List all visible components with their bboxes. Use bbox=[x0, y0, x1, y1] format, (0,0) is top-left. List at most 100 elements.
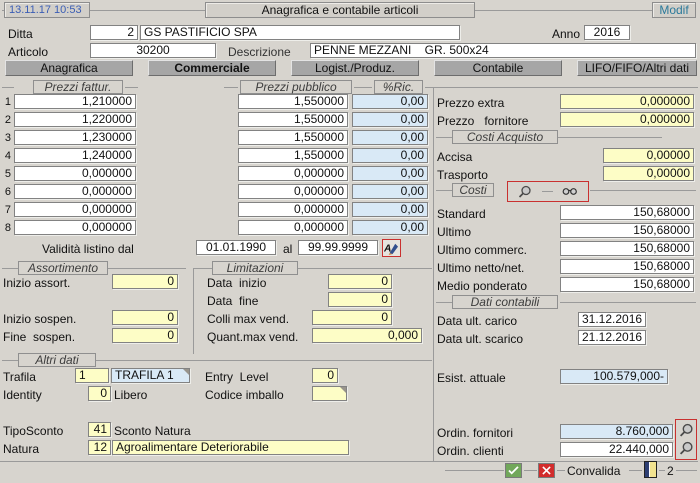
article-master-window: 13.11.17 10:53 Anagrafica e contabile ar… bbox=[0, 0, 700, 483]
data-inizio-field[interactable]: 0 bbox=[328, 274, 392, 289]
validita-dal-field[interactable]: 01.01.1990 bbox=[196, 240, 276, 255]
prezzo-pubblico-field[interactable]: 0,000000 bbox=[238, 184, 348, 199]
validity-edit-button[interactable]: A bbox=[382, 239, 401, 257]
natura-desc-field[interactable]: Agroalimentare Deteriorabile bbox=[112, 440, 349, 455]
identity-field[interactable]: 0 bbox=[88, 386, 111, 401]
modif-button[interactable]: Modif bbox=[652, 2, 696, 18]
divider-line bbox=[436, 190, 452, 191]
perc-ric-group-header: %Ric. bbox=[374, 80, 423, 94]
accisa-label: Accisa bbox=[437, 150, 472, 164]
costo-standard-field[interactable]: 150,68000 bbox=[560, 205, 694, 220]
prezzo-fornitore-field[interactable]: 0,000000 bbox=[560, 112, 694, 127]
prezzo-extra-field[interactable]: 0,000000 bbox=[560, 94, 694, 109]
convalida-cancel-button[interactable] bbox=[538, 463, 555, 478]
page-indicator: 2 bbox=[667, 464, 674, 478]
tab-lifo-fifo-altri-dati[interactable]: LIFO/FIFO/Altri dati bbox=[577, 60, 697, 76]
inizio-sospen-field[interactable]: 0 bbox=[112, 310, 178, 325]
divider-line bbox=[2, 87, 14, 88]
costo-ultimo-field[interactable]: 150,68000 bbox=[560, 223, 694, 238]
tab-logist-produz[interactable]: Logist./Produz. bbox=[291, 60, 419, 76]
prezzo-fattur-field[interactable]: 0,000000 bbox=[14, 184, 136, 199]
price-row-number: 2 bbox=[2, 113, 11, 127]
notebook-page-icon[interactable] bbox=[644, 461, 657, 478]
costo-ultimo-netto-field[interactable]: 150,68000 bbox=[560, 259, 694, 274]
prezzo-fattur-field[interactable]: 1,230000 bbox=[14, 130, 136, 145]
divider-line bbox=[96, 360, 432, 361]
prezzo-pubblico-field[interactable]: 1,550000 bbox=[238, 94, 348, 109]
tiposconto-code-field[interactable]: 41 bbox=[88, 422, 111, 437]
costi-acquisto-group-header: Costi Acquisto bbox=[452, 130, 558, 144]
divider-line bbox=[0, 461, 698, 462]
inizio-assort-field[interactable]: 0 bbox=[112, 274, 178, 289]
prezzo-fattur-field[interactable]: 0,000000 bbox=[14, 202, 136, 217]
tiposconto-label: TipoSconto bbox=[3, 424, 63, 438]
perc-ric-field: 0,00 bbox=[352, 130, 428, 145]
descrizione-field[interactable]: PENNE MEZZANI GR. 500x24 bbox=[310, 43, 696, 58]
costi-search-icon[interactable] bbox=[518, 185, 532, 199]
costi-group-header: Costi bbox=[452, 183, 494, 197]
data-fine-field[interactable]: 0 bbox=[328, 292, 392, 307]
prezzo-pubblico-field[interactable]: 0,000000 bbox=[238, 166, 348, 181]
limitazioni-group-header: Limitazioni bbox=[212, 261, 298, 275]
anno-field[interactable]: 2016 bbox=[584, 25, 630, 40]
prezzo-pubblico-field[interactable]: 0,000000 bbox=[238, 220, 348, 235]
tab-contabile[interactable]: Contabile bbox=[434, 60, 562, 76]
altri-dati-group-header: Altri dati bbox=[18, 353, 96, 367]
ordin-fornitori-label: Ordin. fornitori bbox=[437, 426, 513, 440]
fine-sospen-field[interactable]: 0 bbox=[112, 328, 178, 343]
colli-max-vend-label: Colli max vend. bbox=[207, 312, 289, 326]
prezzo-fattur-field[interactable]: 0,000000 bbox=[14, 220, 136, 235]
prezzo-extra-label: Prezzo extra bbox=[437, 96, 504, 110]
ordin-fornitori-search-icon[interactable] bbox=[679, 423, 694, 438]
page-title: Anagrafica e contabile articoli bbox=[205, 2, 475, 18]
data-ult-carico-label: Data ult. carico bbox=[437, 314, 517, 328]
ditta-code-field[interactable]: 2 bbox=[90, 25, 138, 40]
costi-tools-group bbox=[507, 181, 589, 202]
quant-max-vend-label: Quant.max vend. bbox=[207, 330, 298, 344]
validita-al-field[interactable]: 99.99.9999 bbox=[298, 240, 378, 255]
accisa-field[interactable]: 0,00000 bbox=[603, 148, 694, 163]
articolo-code-field[interactable]: 30200 bbox=[90, 43, 216, 58]
costi-glasses-icon[interactable] bbox=[562, 187, 578, 196]
colli-max-vend-field[interactable]: 0 bbox=[312, 310, 392, 325]
price-row-number: 8 bbox=[2, 221, 11, 235]
divider-line bbox=[193, 268, 194, 354]
prezzo-pubblico-field[interactable]: 1,550000 bbox=[238, 112, 348, 127]
tab-anagrafica[interactable]: Anagrafica bbox=[5, 60, 133, 76]
trafila-code-field[interactable]: 1 bbox=[75, 368, 109, 383]
costo-ultimo-commerc-field[interactable]: 150,68000 bbox=[560, 241, 694, 256]
prezzo-fattur-field[interactable]: 0,000000 bbox=[14, 166, 136, 181]
convalida-label: Convalida bbox=[567, 464, 620, 478]
tab-commerciale[interactable]: Commerciale bbox=[148, 60, 276, 76]
prezzo-pubblico-field[interactable]: 1,550000 bbox=[238, 148, 348, 163]
close-icon bbox=[542, 466, 551, 475]
prezzo-fattur-field[interactable]: 1,240000 bbox=[14, 148, 136, 163]
entry-level-field[interactable]: 0 bbox=[312, 368, 338, 383]
natura-label: Natura bbox=[3, 442, 39, 456]
divider-line bbox=[108, 268, 186, 269]
convalida-confirm-button[interactable] bbox=[505, 463, 522, 478]
codice-imballo-field[interactable] bbox=[312, 386, 347, 401]
natura-code-field[interactable]: 12 bbox=[88, 440, 111, 455]
data-ult-carico-field[interactable]: 31.12.2016 bbox=[578, 312, 646, 327]
prezzo-pubblico-field[interactable]: 0,000000 bbox=[238, 202, 348, 217]
quant-max-vend-field[interactable]: 0,000 bbox=[312, 328, 422, 343]
fine-sospen-label: Fine sospen. bbox=[3, 330, 75, 344]
inizio-assort-label: Inizio assort. bbox=[3, 276, 70, 290]
prezzo-pubblico-field[interactable]: 1,550000 bbox=[238, 130, 348, 145]
ditta-name-field[interactable]: GS PASTIFICIO SPA bbox=[140, 25, 460, 40]
data-ult-scarico-field[interactable]: 21.12.2016 bbox=[578, 330, 646, 345]
tiposconto-desc-label: Sconto Natura bbox=[114, 424, 191, 438]
costo-medio-ponderato-field[interactable]: 150,68000 bbox=[560, 277, 694, 292]
data-inizio-label: Data inizio bbox=[207, 276, 266, 290]
trafila-label: Trafila bbox=[3, 370, 36, 384]
ordin-clienti-search-icon[interactable] bbox=[679, 441, 694, 456]
perc-ric-field: 0,00 bbox=[352, 202, 428, 217]
prezzo-fattur-field[interactable]: 1,220000 bbox=[14, 112, 136, 127]
ordin-clienti-field[interactable]: 22.440,000 bbox=[560, 442, 673, 457]
ordin-clienti-label: Ordin. clienti bbox=[437, 444, 504, 458]
trasporto-field[interactable]: 0,00000 bbox=[603, 166, 694, 181]
prezzo-fornitore-label: Prezzo fornitore bbox=[437, 114, 528, 128]
divider-line bbox=[659, 470, 665, 471]
prezzo-fattur-field[interactable]: 1,210000 bbox=[14, 94, 136, 109]
